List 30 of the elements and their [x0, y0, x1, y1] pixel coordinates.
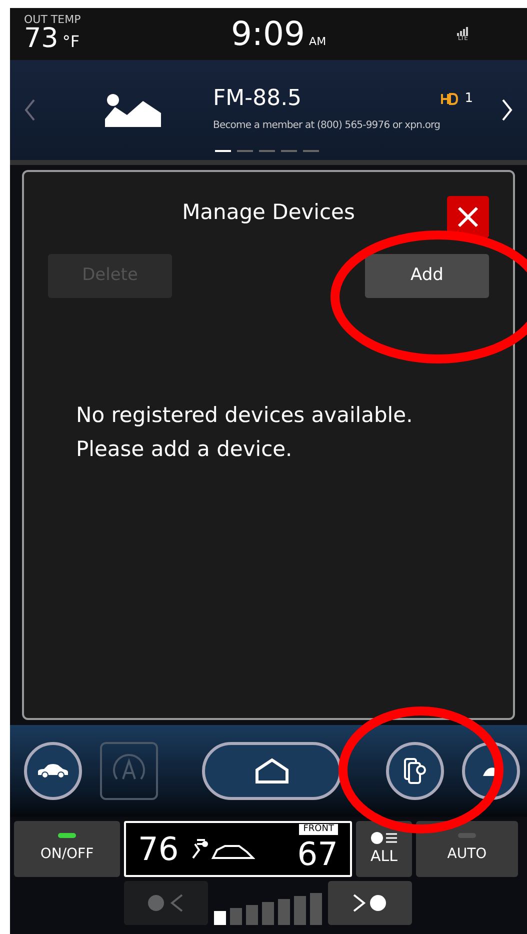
station-message: Become a member at (800) 565-9976 or xpn.org	[213, 118, 442, 132]
empty-message: Please add a device.	[76, 436, 294, 462]
empty-message: No registered devices available.	[76, 402, 414, 428]
car-icon	[36, 763, 70, 779]
outside-temperature: 73	[24, 25, 58, 52]
close-button[interactable]	[447, 196, 489, 238]
add-button[interactable]: Add	[365, 254, 489, 298]
zone-label: FRONT	[299, 824, 338, 836]
air-distribution-button[interactable]: ALL	[356, 821, 412, 877]
station-name: FM-88.5	[213, 88, 302, 110]
out-temp-label: OUT TEMP	[24, 14, 82, 25]
clock-time: 9:09	[230, 17, 306, 50]
temperature-unit: °F	[62, 31, 80, 53]
image-placeholder-icon	[105, 93, 161, 127]
power-button[interactable]: ON/OFF	[14, 821, 120, 877]
phone-gear-icon	[403, 757, 427, 785]
home-icon	[254, 758, 290, 784]
right-temperature: 67	[297, 838, 338, 870]
dialog-title: Manage Devices	[182, 199, 355, 226]
auto-button[interactable]: AUTO	[416, 821, 518, 877]
left-temperature: 76	[138, 833, 179, 865]
hd-channel: 1	[464, 90, 473, 108]
close-icon	[456, 205, 480, 229]
signal-icon	[457, 26, 469, 36]
hd-radio-icon	[440, 92, 459, 106]
home-button[interactable]	[202, 742, 342, 800]
chevron-right-icon	[501, 98, 513, 122]
chevron-left-icon	[24, 98, 36, 122]
fan-up-button[interactable]	[328, 881, 412, 925]
clock-meridiem: AM	[309, 34, 326, 50]
